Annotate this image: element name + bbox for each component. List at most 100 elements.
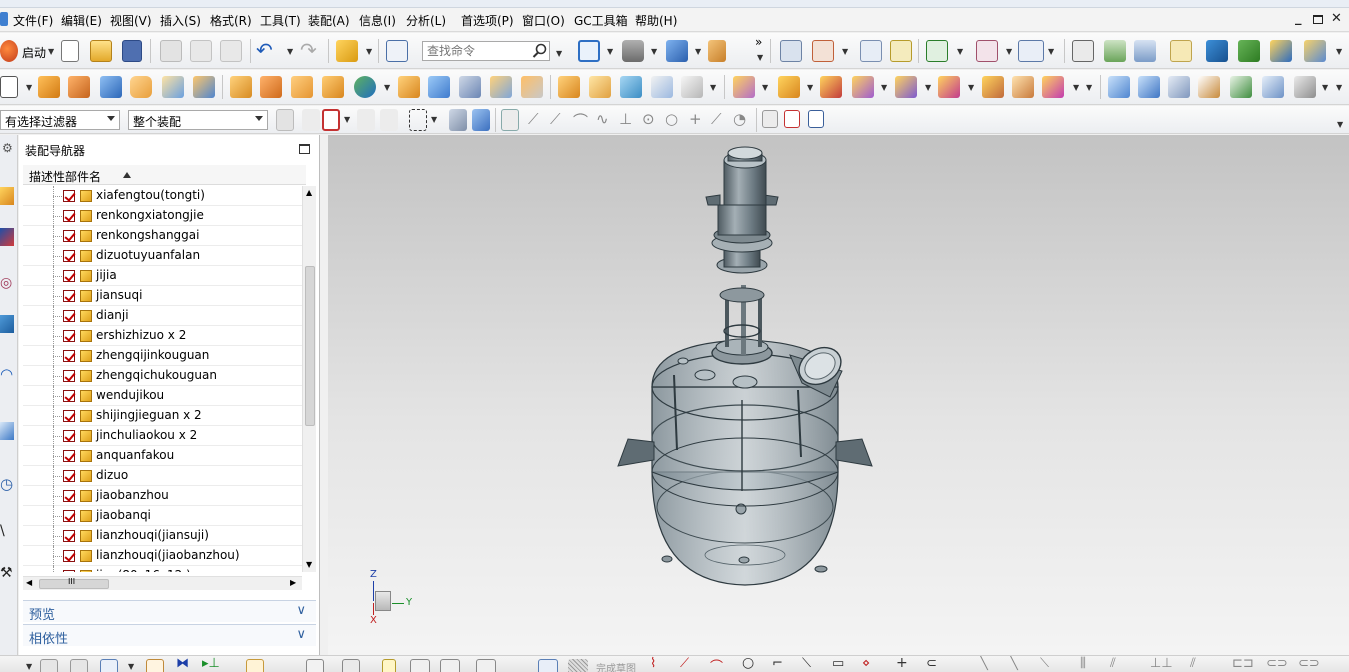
snap-center-icon[interactable]: ⊙: [642, 110, 655, 128]
system-scene-tab-icon[interactable]: ⚒: [0, 565, 14, 583]
add-component-dropdown-icon[interactable]: ▼: [762, 83, 768, 92]
visibility-checkbox[interactable]: [63, 310, 75, 322]
layer-stack-icon[interactable]: [1104, 40, 1126, 62]
detail-view-icon[interactable]: [306, 659, 324, 672]
menu-gc-toolkit[interactable]: GC工具箱: [574, 12, 628, 29]
tree-row[interactable]: dianji: [23, 306, 306, 326]
menu-edit[interactable]: 编辑(E): [61, 12, 102, 29]
select-curve-icon[interactable]: [380, 109, 398, 131]
ruler-dropdown-icon[interactable]: ▼: [1048, 47, 1054, 56]
selection-toolbar-dropdown-icon[interactable]: ▼: [1337, 120, 1343, 129]
convert-reference-icon[interactable]: ⊂⊃: [1266, 656, 1288, 671]
render-dropdown-icon[interactable]: ▼: [651, 47, 657, 56]
sphere-icon[interactable]: [193, 76, 215, 98]
measure-angle-icon[interactable]: [890, 40, 912, 62]
snap-line-icon[interactable]: ⟋: [528, 110, 539, 128]
subtract-icon[interactable]: [354, 76, 376, 98]
annotation-icon[interactable]: [382, 659, 396, 672]
scroll-down-icon[interactable]: ▼: [306, 560, 312, 569]
visibility-checkbox[interactable]: [63, 250, 75, 262]
visibility-checkbox[interactable]: [63, 570, 75, 572]
assembly-components-icon[interactable]: [336, 40, 358, 62]
reactor-vessel-model[interactable]: [328, 135, 1349, 655]
tree-row[interactable]: jinchuliaokou x 2: [23, 426, 306, 446]
tree-row[interactable]: jiaobanqi: [23, 506, 306, 526]
pattern-curve-icon[interactable]: ⫽: [1110, 656, 1116, 671]
orient-dropdown-icon[interactable]: ▼: [695, 47, 701, 56]
tree-row[interactable]: renkongxiatongjie: [23, 206, 306, 226]
alternate-solution-icon[interactable]: ⊂⊃: [1298, 656, 1320, 671]
close-icon[interactable]: ✕: [1331, 11, 1342, 26]
preview-section[interactable]: 预览 ∨: [23, 600, 316, 623]
layer-settings-icon[interactable]: [1134, 40, 1156, 62]
constraint-navigator-tab-icon[interactable]: [0, 228, 14, 246]
visibility-checkbox[interactable]: [63, 530, 75, 542]
tree-row[interactable]: shijingjieguan x 2: [23, 406, 306, 426]
show-constraints-icon[interactable]: ⊏⊐: [1232, 656, 1254, 671]
selection-scope-select[interactable]: 整个装配: [128, 110, 268, 130]
chamfer-sketch-icon[interactable]: ⟍: [802, 656, 811, 671]
polygon-icon[interactable]: ⋄: [862, 656, 870, 671]
maximize-panel-icon[interactable]: [299, 144, 310, 154]
component-array-dropdown-icon[interactable]: ▼: [881, 83, 887, 92]
select-body-icon[interactable]: [449, 109, 467, 131]
profile-icon[interactable]: ⌇: [650, 656, 656, 671]
extend-icon[interactable]: ╲: [1010, 656, 1018, 671]
move-component-icon[interactable]: [1206, 40, 1228, 62]
new-component-dropdown-icon[interactable]: ▼: [807, 83, 813, 92]
horizontal-scrollbar-thumb[interactable]: III: [39, 577, 109, 589]
snap-point-icon[interactable]: [926, 40, 948, 62]
tree-row[interactable]: dizuotuyuanfalan: [23, 246, 306, 266]
app-logo-icon[interactable]: [0, 12, 8, 26]
sketch-section-icon[interactable]: [780, 40, 802, 62]
menu-help[interactable]: 帮助(H): [635, 12, 677, 29]
view-box-icon[interactable]: [342, 659, 360, 672]
mirror-assembly-icon[interactable]: [1270, 40, 1292, 62]
tree-row[interactable]: wendujikou: [23, 386, 306, 406]
orient-view-icon[interactable]: [666, 40, 688, 62]
dependency-section[interactable]: 相依性 ∨: [23, 624, 316, 647]
trim-icon[interactable]: ╲: [980, 656, 988, 671]
part-navigator-tab-icon[interactable]: ◎: [0, 275, 14, 293]
trim-body-icon[interactable]: [490, 76, 512, 98]
mirror-view-icon[interactable]: ⧓: [176, 656, 189, 671]
extend-surface-icon[interactable]: [1294, 76, 1316, 98]
scroll-right-icon[interactable]: ▶: [290, 578, 296, 587]
assembly-constraint-icon[interactable]: [1238, 40, 1260, 62]
tree-row[interactable]: zhengqichukouguan: [23, 366, 306, 386]
chevron-down-icon[interactable]: ∨: [296, 603, 306, 618]
scrollbar-thumb[interactable]: [305, 266, 315, 426]
wave-geometry-icon[interactable]: [1012, 76, 1034, 98]
datum-csys-icon[interactable]: [812, 40, 834, 62]
measure-distance-icon[interactable]: [860, 40, 882, 62]
menu-file[interactable]: 文件(F): [13, 12, 53, 29]
select-component-icon[interactable]: [472, 109, 490, 131]
tree-row[interactable]: ershizhizuo x 2: [23, 326, 306, 346]
search-icon[interactable]: [532, 43, 548, 59]
ruler-icon[interactable]: [1018, 40, 1044, 62]
assembly-navigator-tab-icon[interactable]: [0, 187, 14, 205]
select-add-icon[interactable]: [302, 109, 320, 131]
toolbar-more-icon[interactable]: »: [755, 35, 762, 49]
sketch-rectangle-icon[interactable]: [0, 76, 18, 98]
offset-face-icon[interactable]: [558, 76, 580, 98]
mirror-component-dropdown-icon[interactable]: ▼: [925, 83, 931, 92]
scroll-left-icon[interactable]: ◀: [26, 578, 32, 587]
auto-constrain-icon[interactable]: ⫽: [1190, 656, 1196, 671]
vertical-scrollbar[interactable]: ▲ ▼: [302, 186, 316, 572]
box-select-dropdown-icon[interactable]: ▼: [431, 115, 437, 124]
tree-row[interactable]: anquanfakou: [23, 446, 306, 466]
visibility-checkbox[interactable]: [63, 350, 75, 362]
hole-icon[interactable]: [230, 76, 252, 98]
assembly-dropdown-icon[interactable]: ▼: [366, 47, 372, 56]
sketch-finish-icon[interactable]: [538, 659, 558, 672]
constraints-icon[interactable]: ⊥⊥: [1150, 656, 1173, 671]
snap-perpendicular-icon[interactable]: ⊥: [619, 110, 632, 128]
insert-view-icon[interactable]: [100, 659, 118, 672]
select-point-icon[interactable]: [357, 109, 375, 131]
menu-window[interactable]: 窗口(O): [522, 12, 565, 29]
select-dropdown-icon[interactable]: ▼: [344, 115, 350, 124]
minimize-icon[interactable]: _: [1295, 11, 1302, 26]
resource-settings-icon[interactable]: ⚙: [2, 141, 13, 155]
surface-dropdown-icon[interactable]: ▼: [1322, 83, 1328, 92]
